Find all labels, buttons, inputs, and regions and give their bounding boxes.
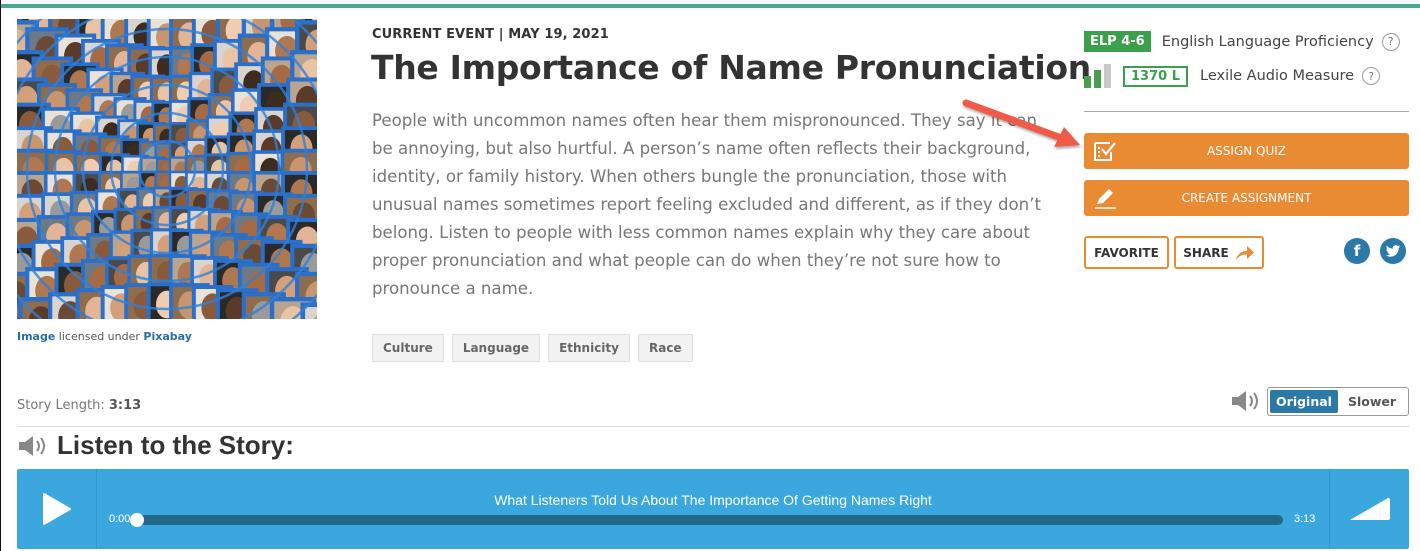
volume-level-icon (1349, 497, 1390, 520)
speed-option-slower[interactable]: Slower (1338, 390, 1406, 413)
tag-ethnicity[interactable]: Ethnicity (548, 334, 630, 362)
elp-label: English Language Proficiency (1161, 33, 1374, 50)
image-credit-text: licensed under (55, 330, 144, 343)
progress-slider[interactable] (130, 513, 1283, 527)
share-button[interactable]: SHARE (1174, 236, 1264, 269)
twitter-share-icon[interactable] (1380, 238, 1406, 264)
speed-option-original[interactable]: Original (1270, 390, 1338, 413)
progress-thumb[interactable] (130, 513, 144, 527)
playback-speed-toggle: Original Slower (1267, 387, 1409, 416)
image-credit: Image licensed under Pixabay (17, 330, 192, 343)
sidebar-divider (1084, 111, 1409, 112)
create-assignment-button[interactable]: CREATE ASSIGNMENT (1084, 180, 1409, 216)
speaker-icon (1232, 391, 1258, 411)
create-assignment-label: CREATE ASSIGNMENT (1181, 191, 1312, 205)
current-time: 0:00 (109, 513, 131, 525)
level-bar (1094, 70, 1101, 88)
tag-list: Culture Language Ethnicity Race (372, 334, 693, 362)
story-length-label: Story Length: (17, 398, 109, 413)
play-icon (42, 493, 71, 525)
audio-player: What Listeners Told Us About The Importa… (17, 469, 1409, 549)
play-button[interactable] (17, 469, 97, 549)
listen-heading-row: Listen to the Story: (17, 430, 294, 461)
volume-button[interactable] (1329, 469, 1409, 549)
level-bar (1084, 76, 1091, 88)
image-source-link[interactable]: Pixabay (143, 330, 191, 343)
lexile-badge: 1370 L (1123, 65, 1188, 87)
story-length-value: 3:13 (108, 398, 142, 413)
section-divider (17, 426, 1409, 427)
tag-culture[interactable]: Culture (372, 334, 444, 362)
level-bar (1104, 64, 1111, 88)
facebook-share-icon[interactable]: f (1344, 238, 1370, 264)
pencil-icon (1095, 189, 1116, 209)
assign-quiz-label: ASSIGN QUIZ (1206, 144, 1287, 158)
lexile-help-icon[interactable]: ? (1362, 67, 1381, 85)
favorite-label: FAVORITE (1094, 245, 1159, 260)
page-title: The Importance of Name Pronunciation (371, 48, 1091, 87)
quiz-checklist-icon (1094, 142, 1116, 161)
image-credit-link[interactable]: Image (17, 330, 55, 343)
lexile-row: 1370 L Lexile Audio Measure ? (1084, 64, 1381, 88)
favorite-button[interactable]: FAVORITE (1084, 236, 1169, 269)
top-accent-bar (1, 4, 1420, 8)
speaker-icon (19, 435, 45, 456)
duration: 3:13 (1294, 513, 1316, 525)
lexile-level-bars-icon (1084, 64, 1111, 88)
share-label: SHARE (1183, 245, 1229, 260)
elp-row: ELP 4-6 English Language Proficiency ? (1084, 31, 1400, 52)
track-title: What Listeners Told Us About The Importa… (494, 492, 932, 508)
faces-mosaic-image (17, 19, 317, 319)
assign-quiz-button[interactable]: ASSIGN QUIZ (1084, 133, 1409, 169)
listen-heading: Listen to the Story: (57, 430, 294, 460)
elp-badge: ELP 4-6 (1084, 31, 1151, 52)
share-arrow-icon (1235, 245, 1254, 260)
lexile-label: Lexile Audio Measure (1200, 68, 1355, 84)
article-image (17, 19, 317, 319)
elp-help-icon[interactable]: ? (1381, 32, 1400, 51)
twitter-bird-icon (1385, 244, 1401, 257)
tag-language[interactable]: Language (451, 334, 541, 362)
story-length: Story Length: 3:13 (17, 398, 141, 413)
annotation-arrow-icon (962, 99, 1080, 147)
article-kicker: CURRENT EVENT | MAY 19, 2021 (372, 27, 609, 42)
tag-race[interactable]: Race (637, 334, 693, 362)
